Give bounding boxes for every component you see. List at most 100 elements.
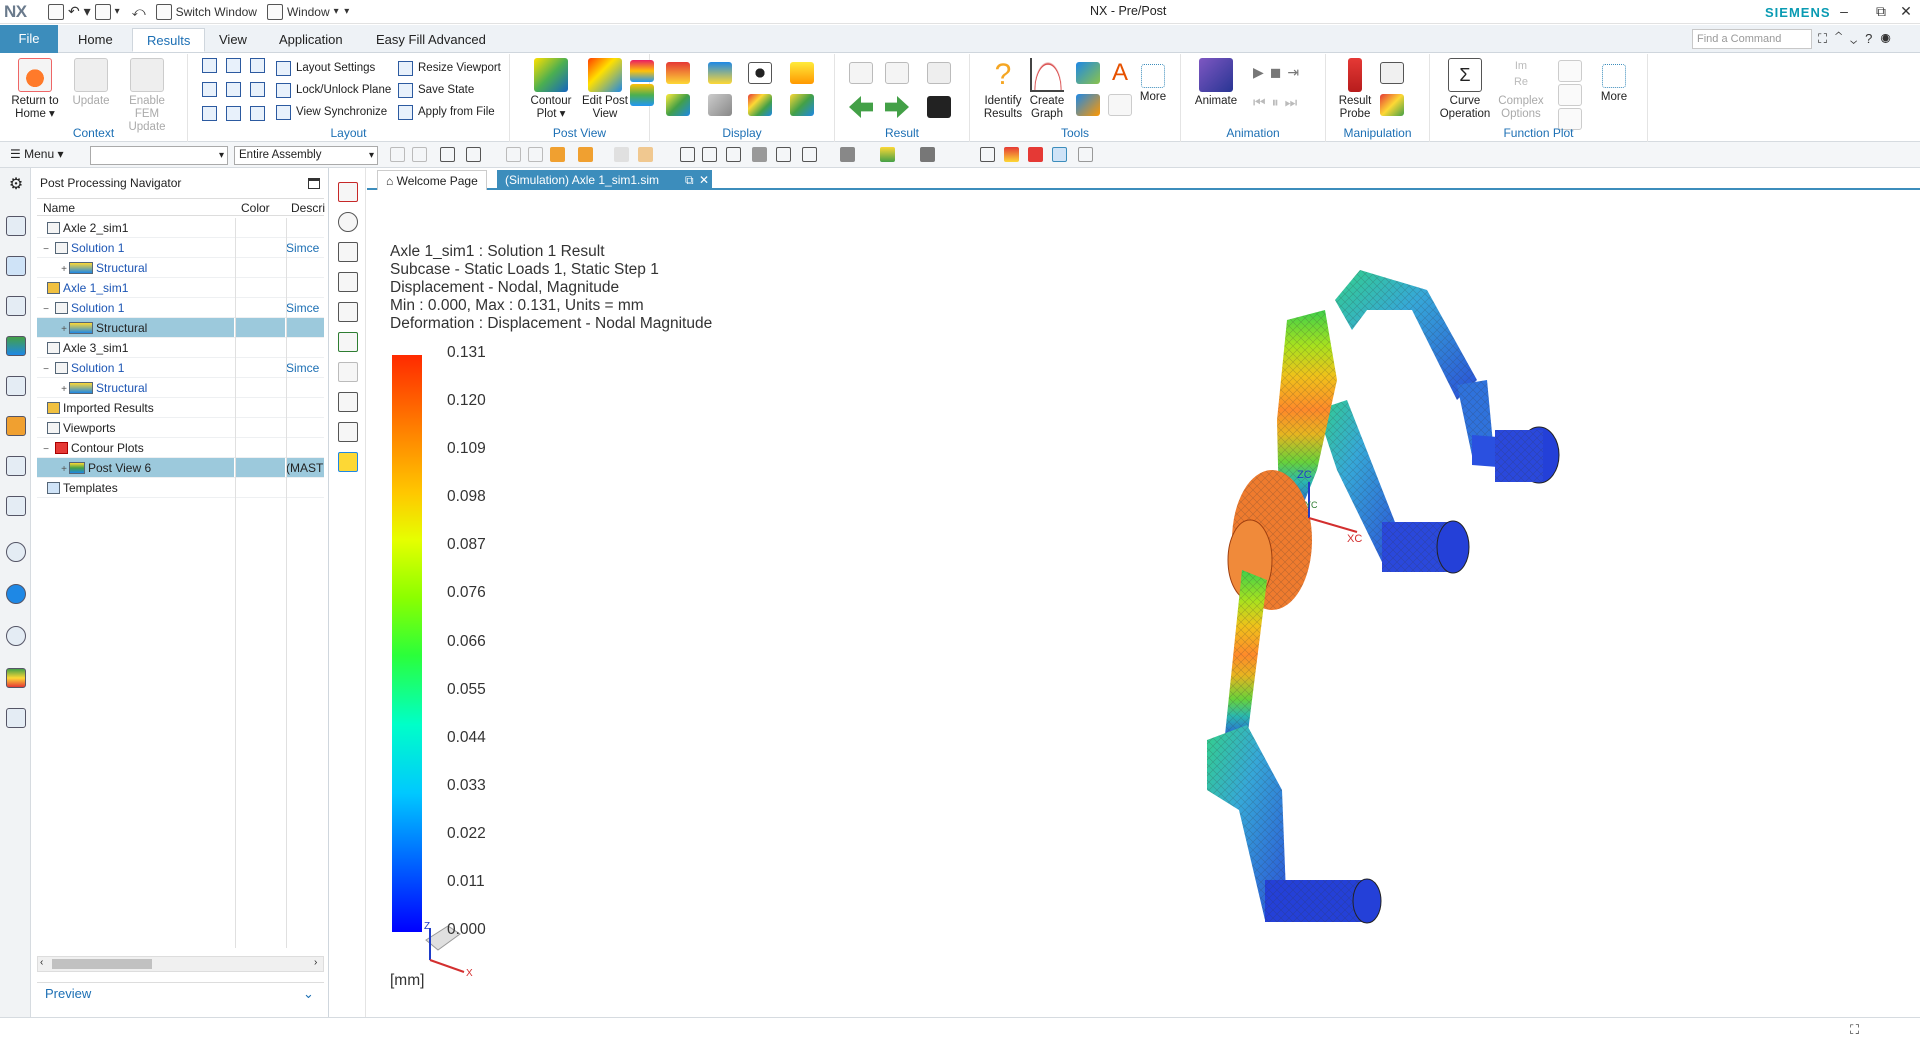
graph-navigator-icon[interactable]: [6, 296, 26, 316]
toolbar-icon[interactable]: [776, 147, 791, 162]
tree-row-axle1-sim[interactable]: Axle 1_sim1: [37, 278, 324, 298]
zoom-icon[interactable]: [702, 147, 717, 162]
web-browser-icon[interactable]: [6, 456, 26, 476]
curve-operation-button[interactable]: Σ Curve Operation: [1436, 58, 1494, 121]
create-graph-button[interactable]: Create Graph: [1018, 58, 1076, 121]
preview-panel-header[interactable]: Preview ⌄: [37, 982, 324, 1004]
save-icon[interactable]: [48, 3, 64, 20]
column-description[interactable]: Descri: [291, 201, 325, 215]
eye-icon[interactable]: [748, 62, 772, 84]
toolbar-icon[interactable]: [880, 147, 895, 162]
restore-button[interactable]: ⧉: [1870, 3, 1892, 20]
tab-easy-fill-advanced[interactable]: Easy Fill Advanced: [362, 28, 500, 52]
view-tool-icon[interactable]: [338, 362, 358, 382]
tree-row-solution[interactable]: − Solution 1 Simce: [37, 238, 324, 258]
display-cube-icon[interactable]: [790, 62, 814, 84]
type-filter-combo[interactable]: [90, 146, 228, 165]
hd3d-icon[interactable]: [6, 416, 26, 436]
toolbar-icon[interactable]: [840, 147, 855, 162]
tools-more-button[interactable]: More: [1130, 58, 1176, 104]
function-plot-disabled-icon[interactable]: [1558, 84, 1582, 106]
tools-probe-icon[interactable]: [1076, 62, 1100, 84]
toolbar-icon[interactable]: [614, 147, 629, 162]
view-cube-icon[interactable]: [338, 212, 358, 232]
column-name[interactable]: Name: [43, 201, 75, 215]
display-pen-icon[interactable]: [708, 94, 732, 116]
clock-icon[interactable]: [6, 626, 26, 646]
horizontal-scrollbar[interactable]: ‹ ›: [37, 956, 324, 972]
view-synchronize-button[interactable]: View Synchronize: [276, 102, 387, 122]
fullscreen-icon[interactable]: ⛶: [1850, 1022, 1859, 1038]
filter-icon[interactable]: [440, 147, 455, 162]
tree-row-structural[interactable]: + Structural: [37, 258, 324, 278]
display-edges-icon[interactable]: [666, 62, 690, 84]
history-icon[interactable]: [6, 496, 26, 516]
tools-path-icon[interactable]: [1076, 94, 1100, 116]
complex-options-button[interactable]: Im Re Complex Options: [1492, 58, 1550, 121]
scroll-left-icon[interactable]: ‹: [40, 957, 43, 968]
viewport-layout-grid[interactable]: [202, 58, 272, 124]
manipulation-table-icon[interactable]: [1380, 62, 1404, 84]
repeat-command-icon[interactable]: ⤺: [132, 4, 146, 20]
gear-icon[interactable]: ⚙: [6, 174, 26, 194]
toolbar-icon[interactable]: [1078, 147, 1093, 162]
result-probe-button[interactable]: Result Probe: [1328, 58, 1382, 121]
result-expression-icon[interactable]: [849, 62, 873, 84]
close-button[interactable]: ✕: [1895, 3, 1917, 20]
contour-plot-button[interactable]: Contour Plot ▾: [522, 58, 580, 121]
menu-button[interactable]: ☰ Menu ▾: [10, 147, 63, 161]
scrollbar-thumb[interactable]: [52, 959, 152, 969]
tree-row-viewports[interactable]: Viewports: [37, 418, 324, 438]
maximize-navigator-icon[interactable]: [308, 178, 320, 189]
update-button[interactable]: Update: [62, 58, 120, 108]
tree-row-structural[interactable]: + Structural: [37, 378, 324, 398]
info-icon[interactable]: [6, 542, 26, 562]
globe-icon[interactable]: [6, 584, 26, 604]
toolbar-icon[interactable]: [920, 147, 935, 162]
manipulation-chart-icon[interactable]: [1380, 94, 1404, 116]
ribbon-window-controls[interactable]: ⛶⌃⌄?◉: [1818, 31, 1899, 47]
annotation-icon[interactable]: A: [1108, 61, 1132, 85]
tools-disabled-icon[interactable]: [1108, 94, 1132, 116]
tree-row-structural-selected[interactable]: + Structural: [37, 318, 324, 338]
function-plot-more-button[interactable]: More: [1586, 58, 1642, 104]
part-navigator-icon[interactable]: [6, 216, 26, 236]
edit-post-view-button[interactable]: Edit Post View: [576, 58, 634, 121]
tab-view[interactable]: View: [205, 28, 261, 52]
view-tool-icon[interactable]: [338, 182, 358, 202]
previous-arrow-icon[interactable]: [849, 96, 873, 118]
animation-controls[interactable]: ▶◼⇥: [1253, 64, 1305, 81]
fit-view-icon[interactable]: [680, 147, 695, 162]
tree-row-post-view[interactable]: + Post View 6 (MAST: [37, 458, 324, 478]
render-style-icon[interactable]: [752, 147, 767, 162]
column-color[interactable]: Color: [241, 201, 270, 215]
next-arrow-icon[interactable]: [885, 96, 909, 118]
display-mesh-icon[interactable]: [790, 94, 814, 116]
apply-from-file-button[interactable]: Apply from File: [398, 102, 495, 122]
toolbar-icon[interactable]: [528, 147, 543, 162]
toolbar-icon[interactable]: [980, 147, 995, 162]
post-processing-navigator-icon[interactable]: [6, 256, 26, 276]
tree-row-contour-plots[interactable]: − Contour Plots: [37, 438, 324, 458]
toolbar-icon[interactable]: [1052, 147, 1067, 162]
tab-simulation-file[interactable]: (Simulation) Axle 1_sim1.sim ⧉ ✕: [497, 170, 712, 190]
return-home-button[interactable]: Return to Home ▾: [6, 58, 64, 121]
popout-icon[interactable]: ⧉: [685, 170, 694, 190]
toolbar-icon[interactable]: [412, 147, 427, 162]
save-state-button[interactable]: Save State: [398, 80, 474, 100]
result-scale-icon[interactable]: [927, 96, 951, 118]
view-tool-icon[interactable]: [338, 242, 358, 262]
switch-window-button[interactable]: Switch Window: [176, 5, 257, 19]
result-box-icon[interactable]: [885, 62, 909, 84]
display-color-icon[interactable]: [748, 94, 772, 116]
tree-row-axle2-sim[interactable]: Axle 2_sim1: [37, 218, 324, 238]
copy-icon[interactable]: [94, 3, 111, 20]
selection-scope-combo[interactable]: Entire Assembly: [234, 146, 378, 165]
tools-icon[interactable]: [6, 708, 26, 728]
enable-fem-update-button[interactable]: Enable FEM Update: [118, 58, 176, 134]
close-tab-icon[interactable]: ✕: [699, 170, 709, 190]
tab-file[interactable]: File: [0, 25, 58, 53]
toolbar-icon[interactable]: [466, 147, 481, 162]
view-tool-icon[interactable]: [338, 302, 358, 322]
tree-row-axle3-sim[interactable]: Axle 3_sim1: [37, 338, 324, 358]
